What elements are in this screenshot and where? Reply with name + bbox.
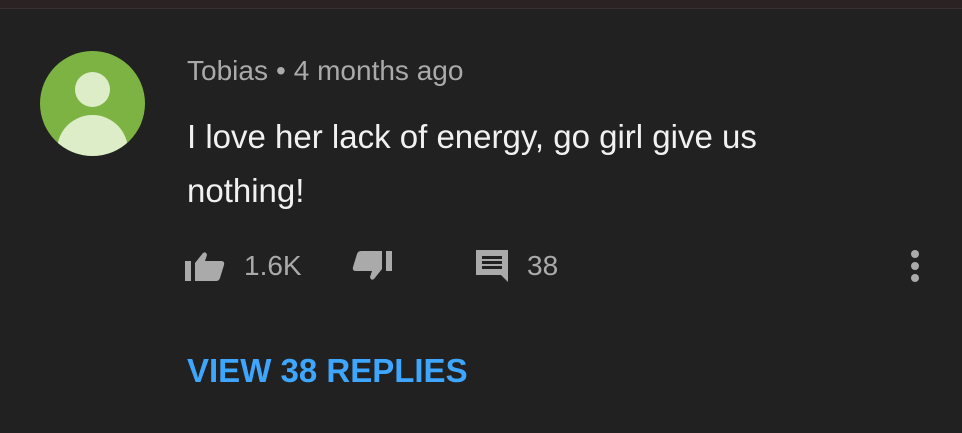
thumbs-down-icon: [350, 251, 392, 281]
author-name[interactable]: Tobias: [187, 55, 268, 86]
dislike-button[interactable]: [350, 246, 392, 286]
more-options-button[interactable]: [900, 246, 930, 286]
comment-header: Tobias • 4 months ago: [187, 55, 463, 87]
avatar-body-shape: [57, 115, 128, 156]
comment-text: I love her lack of energy, go girl give …: [187, 118, 757, 209]
avatar-head-shape: [75, 72, 110, 107]
top-divider: [0, 0, 962, 9]
comment-icon: [474, 248, 510, 284]
avatar[interactable]: [40, 51, 145, 156]
separator-dot: •: [275, 55, 286, 86]
reply-count: 38: [527, 250, 559, 281]
view-replies-link[interactable]: VIEW 38 REPLIES: [187, 352, 468, 390]
thumbs-up-icon: [185, 251, 227, 281]
reply-button[interactable]: 38: [474, 246, 558, 286]
comment-timestamp[interactable]: 4 months ago: [294, 55, 464, 86]
like-button[interactable]: 1.6K: [185, 246, 302, 286]
like-count: 1.6K: [244, 250, 302, 281]
more-vertical-icon: [900, 246, 930, 286]
